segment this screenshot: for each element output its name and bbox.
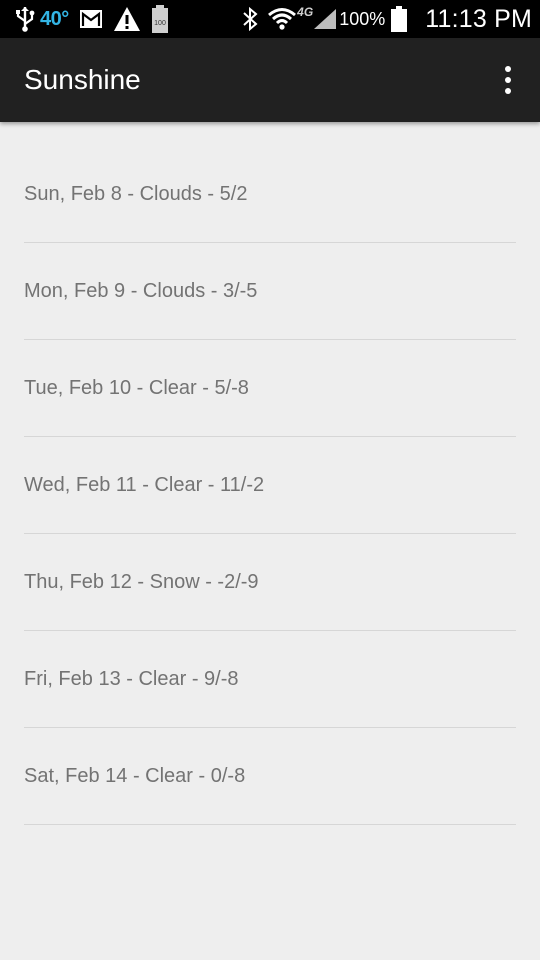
forecast-list-item[interactable]: Sun, Feb 8 - Clouds - 5/2 bbox=[24, 122, 516, 243]
more-vert-icon bbox=[505, 66, 511, 72]
forecast-list-item[interactable]: Sat, Feb 14 - Clear - 0/-8 bbox=[24, 728, 516, 825]
forecast-list-item[interactable]: Tue, Feb 10 - Clear - 5/-8 bbox=[24, 340, 516, 437]
forecast-list: Sun, Feb 8 - Clouds - 5/2 Mon, Feb 9 - C… bbox=[0, 122, 540, 825]
forecast-list-item[interactable]: Wed, Feb 11 - Clear - 11/-2 bbox=[24, 437, 516, 534]
forecast-text: Mon, Feb 9 - Clouds - 3/-5 bbox=[24, 279, 258, 302]
forecast-text: Thu, Feb 12 - Snow - -2/-9 bbox=[24, 570, 259, 593]
forecast-text: Fri, Feb 13 - Clear - 9/-8 bbox=[24, 667, 239, 690]
svg-text:100: 100 bbox=[154, 20, 166, 27]
forecast-list-item[interactable]: Mon, Feb 9 - Clouds - 3/-5 bbox=[24, 243, 516, 340]
more-vert-icon-dot bbox=[505, 77, 511, 83]
more-options-button[interactable] bbox=[498, 60, 518, 100]
network-type-label: 4G bbox=[297, 5, 314, 19]
signal-icon bbox=[313, 0, 337, 38]
forecast-list-item[interactable]: Fri, Feb 13 - Clear - 9/-8 bbox=[24, 631, 516, 728]
forecast-text: Sun, Feb 8 - Clouds - 5/2 bbox=[24, 182, 248, 205]
warning-icon bbox=[113, 0, 141, 38]
battery-percent: 100% bbox=[339, 8, 386, 29]
app-bar: Sunshine bbox=[0, 38, 540, 122]
battery-icon bbox=[391, 0, 408, 38]
bluetooth-icon bbox=[242, 0, 258, 38]
forecast-list-item[interactable]: Thu, Feb 12 - Snow - -2/-9 bbox=[24, 534, 516, 631]
usb-icon bbox=[14, 0, 36, 38]
status-bar: 40° 100 4G 100% 11:13 PM bbox=[0, 0, 540, 38]
forecast-text: Sat, Feb 14 - Clear - 0/-8 bbox=[24, 764, 246, 787]
forecast-text: Tue, Feb 10 - Clear - 5/-8 bbox=[24, 376, 249, 399]
clock: 11:13 PM bbox=[425, 4, 532, 33]
forecast-text: Wed, Feb 11 - Clear - 11/-2 bbox=[24, 473, 265, 496]
app-title: Sunshine bbox=[24, 64, 141, 95]
gmail-icon bbox=[79, 0, 103, 38]
wifi-icon bbox=[268, 0, 297, 38]
battery-notification-icon: 100 bbox=[151, 0, 169, 38]
temperature-indicator: 40° bbox=[40, 7, 69, 30]
more-vert-icon-dot bbox=[505, 88, 511, 94]
